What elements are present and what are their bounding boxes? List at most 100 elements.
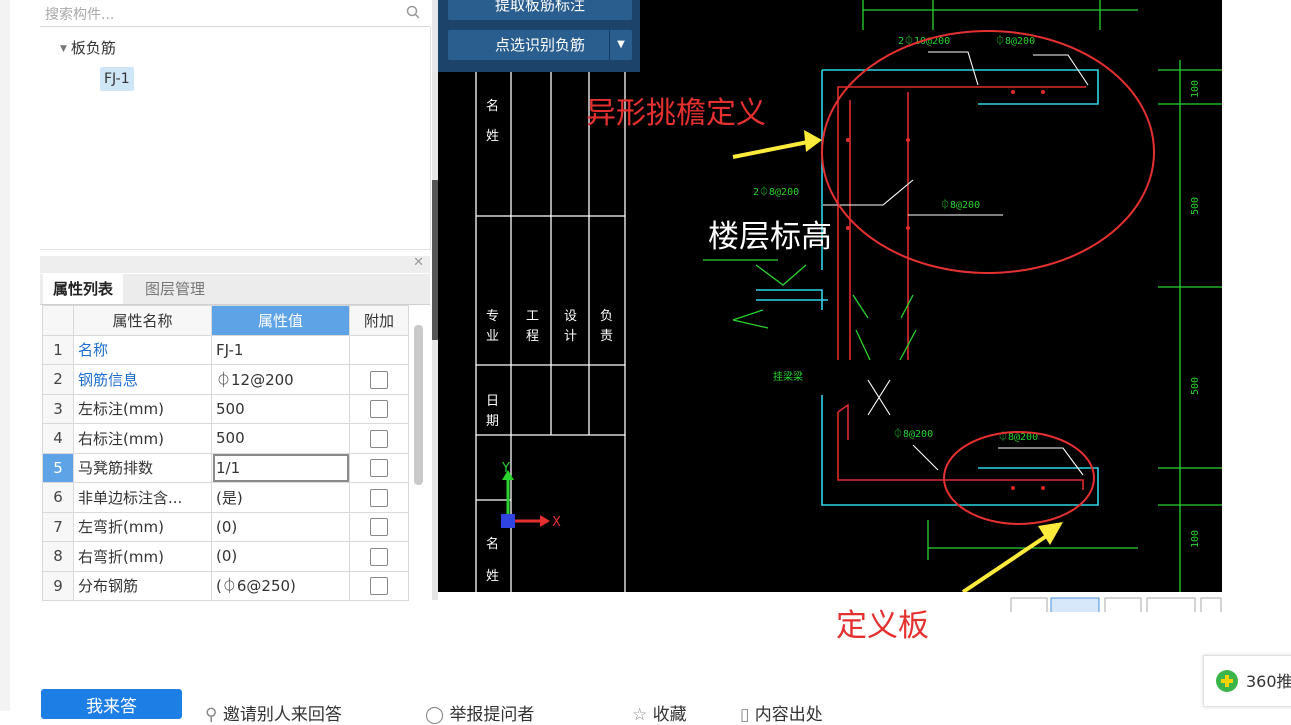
- tab-property-list[interactable]: 属性列表: [43, 274, 124, 304]
- extra-checkbox[interactable]: [370, 459, 388, 477]
- beam-label: 挂梁梁: [773, 370, 803, 383]
- table-row[interactable]: 9 分布钢筋 (⏀6@250): [42, 570, 409, 601]
- property-value[interactable]: (是): [211, 482, 350, 513]
- rebar-label-4: ⏀8@200: [940, 198, 980, 211]
- extra-cell: [349, 452, 409, 483]
- dimension-texts: 100 500 500 100 2⏀10@200 ⏀8@200 2⏀8@200 …: [753, 34, 1201, 548]
- header-index: [42, 305, 74, 336]
- property-table: 属性名称 属性值 附加 1 名称 FJ-1 2 钢筋信息 ⏀12@200 3 左…: [42, 305, 409, 601]
- svg-text:名: 名: [486, 536, 499, 552]
- view-icon-5[interactable]: [1200, 597, 1222, 612]
- row-number: 4: [42, 423, 74, 454]
- write-answer-button[interactable]: 我来答: [41, 689, 182, 719]
- component-panel: 搜索构件... ▼ 板负筋 FJ-1 ✕ 属性列表 图层管理 属性名称 属性值 附…: [40, 0, 432, 601]
- rebar-lines: [837, 86, 1086, 490]
- rebar-dots: [846, 90, 1045, 490]
- table-row[interactable]: 2 钢筋信息 ⏀12@200: [42, 364, 409, 395]
- invite-label: 邀请别人来回答: [222, 705, 342, 725]
- extra-cell: [349, 364, 409, 395]
- dim-100-bot: 100: [1190, 530, 1201, 548]
- search-icon[interactable]: [406, 5, 420, 19]
- report-label: 举报提问者: [449, 705, 535, 725]
- svg-text:专: 专: [486, 309, 499, 324]
- source-label: 内容出处: [754, 705, 823, 725]
- left-gutter: [0, 0, 10, 711]
- caret-down-icon[interactable]: ▼: [60, 44, 67, 54]
- table-row[interactable]: 8 右弯折(mm) (0): [42, 541, 409, 572]
- property-value[interactable]: (0): [211, 511, 350, 542]
- tab-layer-manager[interactable]: 图层管理: [135, 274, 215, 304]
- table-row[interactable]: 4 右标注(mm) 500: [42, 423, 409, 454]
- header-name: 属性名称: [73, 305, 212, 336]
- invite-link[interactable]: ⚲ 邀请别人来回答: [205, 700, 342, 725]
- property-value[interactable]: 500: [211, 393, 350, 424]
- annot-floor-label: 楼层标高: [708, 219, 832, 255]
- svg-text:姓: 姓: [486, 569, 499, 584]
- view-icon-4[interactable]: [1146, 597, 1196, 612]
- table-row[interactable]: 3 左标注(mm) 500: [42, 393, 409, 424]
- svg-text:计: 计: [564, 329, 577, 344]
- extra-checkbox[interactable]: [370, 370, 388, 389]
- svg-text:期: 期: [486, 414, 499, 429]
- report-link[interactable]: ◯ 举报提问者: [425, 700, 534, 725]
- search-bar[interactable]: 搜索构件...: [40, 0, 430, 27]
- highlight-ellipse-bottom: [943, 431, 1095, 525]
- table-row-selected[interactable]: 5 马凳筋排数 1/1: [42, 452, 409, 483]
- rebar-label-3: 2⏀8@200: [753, 185, 799, 198]
- table-row[interactable]: 6 非单边标注含... (是): [42, 482, 409, 513]
- favorite-link[interactable]: ☆ 收藏: [632, 700, 687, 725]
- promo-badge[interactable]: 360推: [1203, 655, 1291, 707]
- app-screenshot: 搜索构件... ▼ 板负筋 FJ-1 ✕ 属性列表 图层管理 属性名称 属性值 附…: [40, 0, 1222, 612]
- extract-rebar-button[interactable]: 提取板筋标注: [448, 0, 632, 20]
- extra-checkbox[interactable]: [370, 577, 388, 595]
- property-name: 左弯折(mm): [73, 511, 212, 542]
- row-number: 3: [42, 393, 74, 424]
- pick-rebar-button[interactable]: 点选识别负筋 ▼: [448, 30, 632, 60]
- table-row[interactable]: 7 左弯折(mm) (0): [42, 511, 409, 542]
- property-value[interactable]: FJ-1: [211, 334, 350, 365]
- badge-label: 360推: [1246, 672, 1291, 691]
- row-number: 1: [42, 334, 74, 365]
- svg-text:姓: 姓: [486, 129, 499, 144]
- plus-logo-icon: [1216, 670, 1238, 692]
- annot-bottom-label: 定义板: [836, 608, 929, 644]
- row-number: 5: [42, 452, 74, 483]
- tree-node-parent[interactable]: ▼ 板负筋: [60, 37, 116, 58]
- axis-indicator: Y X: [501, 461, 561, 530]
- extra-checkbox[interactable]: [370, 429, 388, 448]
- property-value[interactable]: (0): [211, 541, 350, 572]
- dim-500-b: 500: [1190, 377, 1201, 395]
- extra-checkbox[interactable]: [370, 547, 388, 566]
- property-value-editor[interactable]: 1/1: [211, 452, 350, 483]
- extra-cell: [349, 334, 409, 365]
- close-icon[interactable]: ✕: [413, 255, 424, 270]
- dropdown-arrow-icon[interactable]: ▼: [609, 30, 632, 60]
- report-icon: ◯: [425, 705, 450, 725]
- view-icon-1[interactable]: [1010, 597, 1048, 612]
- svg-text:责: 责: [600, 329, 613, 344]
- property-value[interactable]: ⏀12@200: [211, 364, 350, 395]
- annot-top-label: 异形挑檐定义: [586, 96, 766, 131]
- property-value[interactable]: 500: [211, 423, 350, 454]
- view-icon-3[interactable]: [1104, 597, 1142, 612]
- source-link[interactable]: ▯ 内容出处: [740, 700, 823, 725]
- property-value[interactable]: (⏀6@250): [211, 570, 350, 601]
- yellow-arrow-bottom: [961, 522, 1063, 592]
- table-scrollbar[interactable]: [414, 325, 423, 485]
- extra-cell: [349, 570, 409, 601]
- property-name: 钢筋信息: [73, 364, 212, 395]
- extra-checkbox[interactable]: [370, 488, 388, 507]
- panel-divider[interactable]: ✕: [40, 255, 430, 273]
- extra-checkbox[interactable]: [370, 518, 388, 536]
- view-icon-2[interactable]: [1050, 597, 1100, 612]
- svg-text:工: 工: [526, 309, 539, 324]
- cad-canvas[interactable]: 名姓 专业 工程 设计 负责 日期 名姓 Y X 100 500 500 100…: [438, 0, 1222, 592]
- extra-checkbox[interactable]: [370, 400, 388, 418]
- table-row[interactable]: 1 名称 FJ-1: [42, 334, 409, 365]
- property-name: 马凳筋排数: [73, 452, 212, 483]
- tree-node-child[interactable]: FJ-1: [100, 67, 134, 91]
- property-name: 右标注(mm): [73, 423, 212, 454]
- svg-text:业: 业: [486, 329, 499, 344]
- axis-y-label: Y: [501, 461, 510, 476]
- title-block-glyphs: 名姓 专业 工程 设计 负责 日期 名姓: [486, 98, 613, 584]
